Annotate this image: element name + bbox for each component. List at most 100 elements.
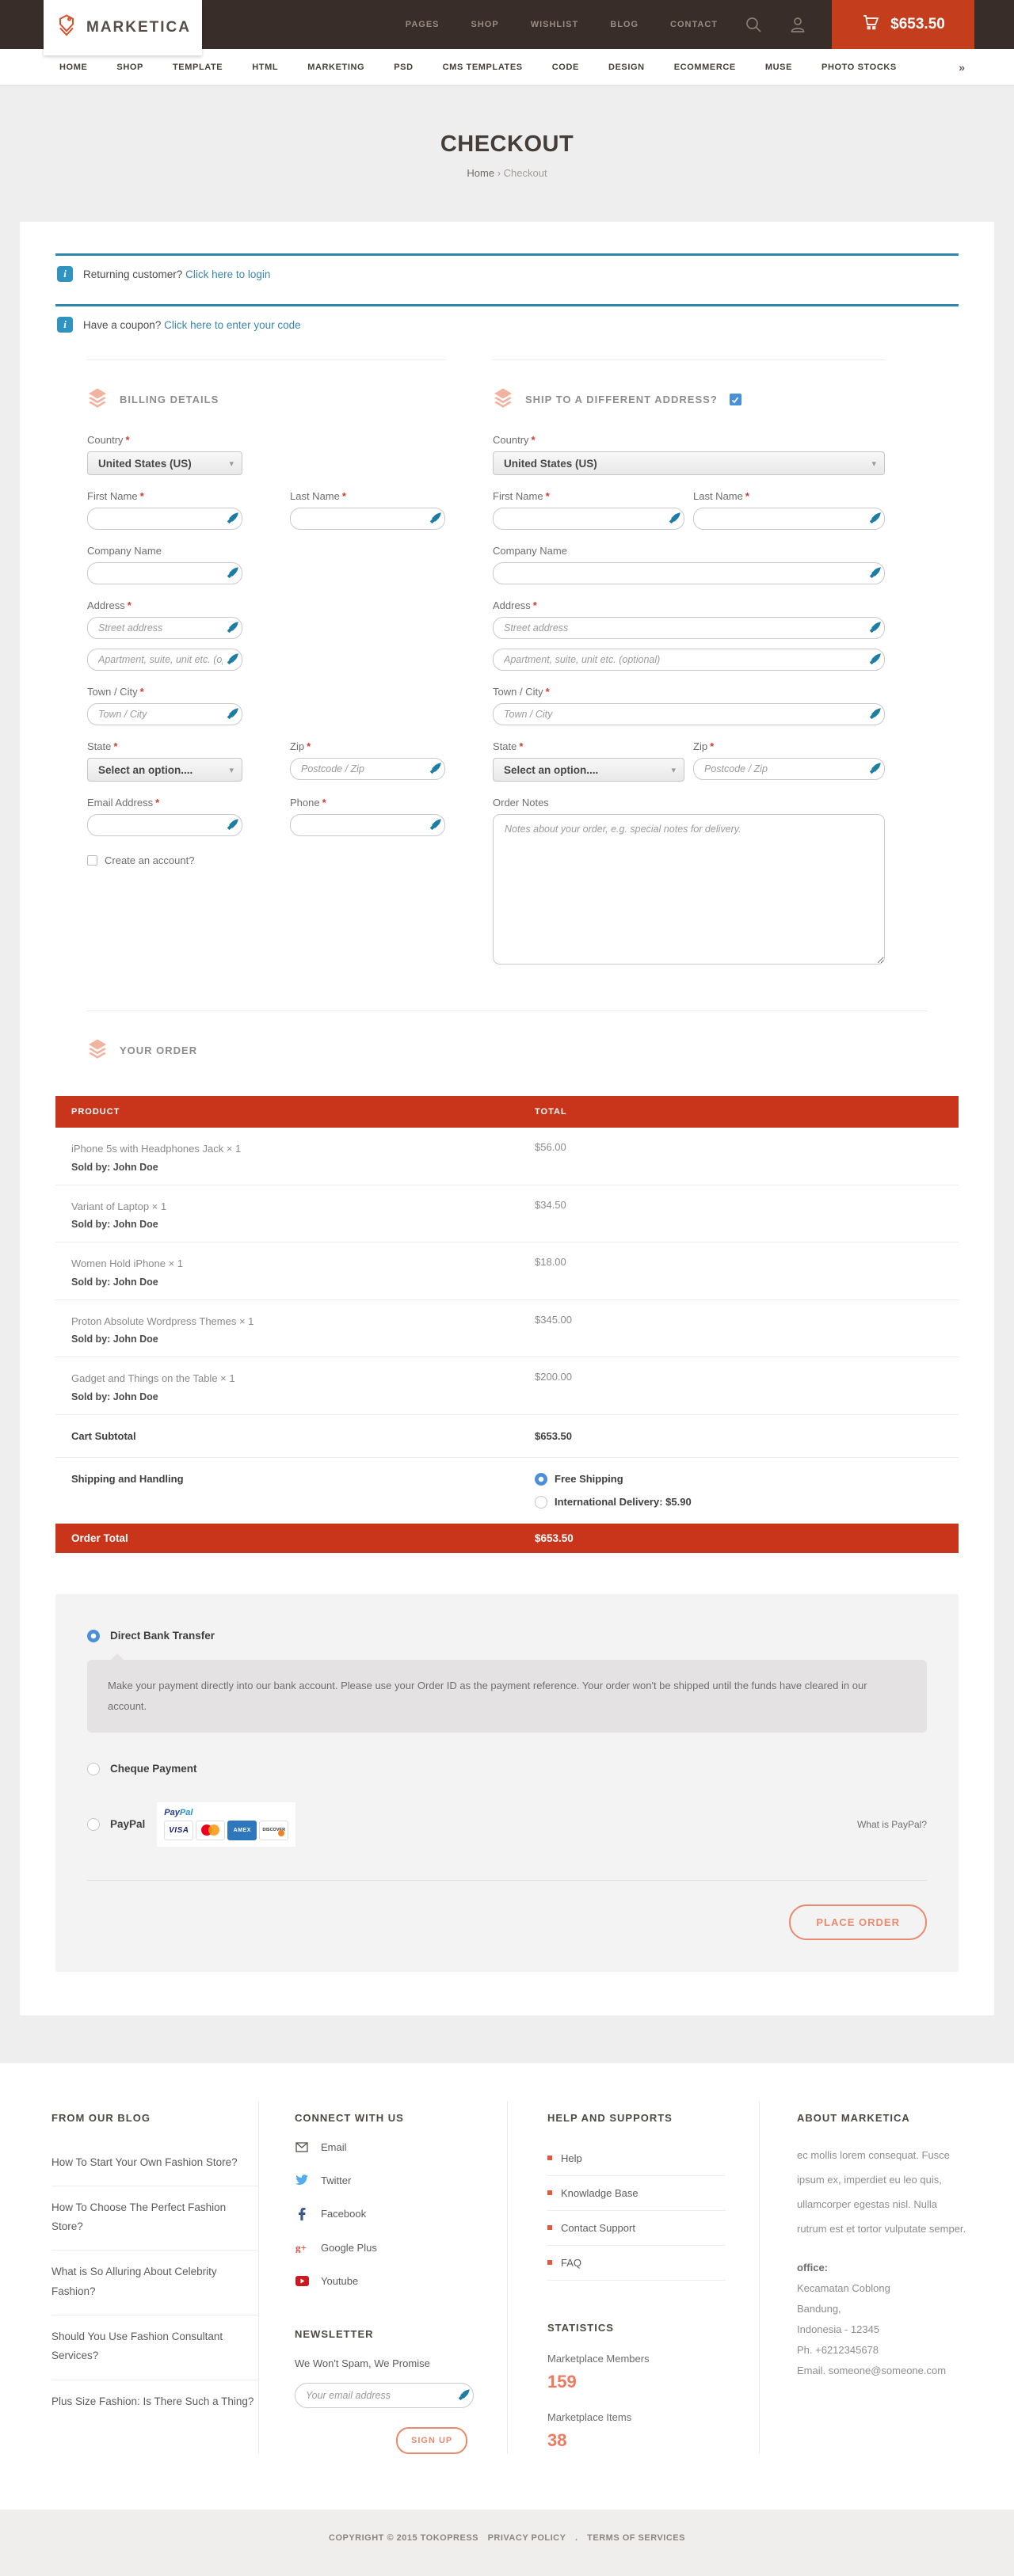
checkbox-unchecked-icon	[87, 855, 97, 866]
radio-selected-icon	[87, 1630, 100, 1642]
social-email-link[interactable]: Email	[295, 2141, 474, 2153]
cheque-payment-radio[interactable]: Cheque Payment	[87, 1763, 927, 1775]
menu-cms-templates[interactable]: CMS TEMPLATES	[443, 63, 523, 72]
product-total: $200.00	[535, 1371, 572, 1402]
footer-blog-link[interactable]: How To Start Your Own Fashion Store?	[51, 2141, 258, 2186]
shipping-zip-input[interactable]	[693, 758, 885, 780]
footer-blog-link[interactable]: Plus Size Fashion: Is There Such a Thing…	[51, 2380, 258, 2425]
billing-address1-input[interactable]	[87, 617, 242, 639]
top-nav: PAGES SHOP WISHLIST BLOG CONTACT	[406, 20, 718, 29]
brand-name: MARKETICA	[86, 19, 191, 36]
footer-blog-link[interactable]: What is So Alluring About Celebrity Fash…	[51, 2251, 258, 2315]
billing-last-name-input[interactable]	[290, 508, 445, 530]
info-icon: i	[57, 266, 73, 282]
menu-more-icon[interactable]: »	[959, 61, 965, 74]
billing-state-select[interactable]: Select an option.... ▾	[87, 758, 242, 782]
mastercard-icon	[196, 1821, 225, 1840]
newsletter-signup-button[interactable]: SIGN UP	[396, 2427, 467, 2454]
billing-country-select[interactable]: United States (US) ▾	[87, 451, 242, 475]
product-seller: Sold by: John Doe	[71, 1219, 535, 1230]
social-google-plus-link[interactable]: g+ Google Plus	[295, 2242, 474, 2254]
table-row: Variant of Laptop × 1 Sold by: John Doe …	[55, 1185, 959, 1243]
menu-code[interactable]: CODE	[552, 63, 579, 72]
menu-template[interactable]: TEMPLATE	[173, 63, 223, 72]
faq-link[interactable]: FAQ	[547, 2246, 726, 2281]
shipping-zip-field: Zip*	[693, 740, 885, 782]
billing-company-input[interactable]	[87, 562, 242, 584]
top-nav-shop[interactable]: SHOP	[471, 20, 499, 29]
returning-customer-text: Returning customer? Click here to login	[83, 268, 270, 280]
shipping-state-select[interactable]: Select an option.... ▾	[493, 758, 684, 782]
returning-customer-notice: i Returning customer? Click here to logi…	[55, 253, 959, 287]
social-twitter-link[interactable]: Twitter	[295, 2175, 474, 2186]
billing-address2-input[interactable]	[87, 649, 242, 671]
top-nav-pages[interactable]: PAGES	[406, 20, 440, 29]
contact-support-link[interactable]: Contact Support	[547, 2211, 726, 2246]
billing-first-name-input[interactable]	[87, 508, 242, 530]
column-product: PRODUCT	[71, 1107, 535, 1117]
paypal-radio[interactable]	[87, 1818, 100, 1831]
user-account-icon[interactable]	[789, 16, 806, 33]
ship-different-checkbox[interactable]	[730, 394, 741, 405]
bank-transfer-radio[interactable]: Direct Bank Transfer	[87, 1630, 927, 1642]
cart-button[interactable]: $653.50	[832, 0, 974, 49]
billing-zip-input[interactable]	[290, 758, 445, 780]
coupon-link[interactable]: Click here to enter your code	[164, 319, 301, 331]
billing-address-field: Address*	[87, 599, 242, 671]
search-icon[interactable]	[745, 16, 762, 33]
amex-card-icon: AMEX	[227, 1821, 257, 1840]
table-row: iPhone 5s with Headphones Jack × 1 Sold …	[55, 1128, 959, 1185]
table-row: Women Hold iPhone × 1 Sold by: John Doe …	[55, 1242, 959, 1300]
menu-shop[interactable]: SHOP	[116, 63, 143, 72]
billing-town-input[interactable]	[87, 703, 242, 725]
shipping-town-field: Town / City*	[493, 686, 885, 725]
create-account-checkbox[interactable]: Create an account?	[87, 854, 445, 866]
shipping-first-name-input[interactable]	[493, 508, 684, 530]
international-delivery-radio[interactable]: International Delivery: $5.90	[535, 1496, 692, 1509]
copyright-bar: COPYRIGHT © 2015 TOKOPRESS PRIVACY POLIC…	[0, 2509, 1014, 2576]
what-is-paypal-link[interactable]: What is PayPal?	[857, 1819, 927, 1830]
layers-icon	[87, 387, 108, 412]
shipping-address2-input[interactable]	[493, 649, 885, 671]
checkout-main: i Returning customer? Click here to logi…	[0, 222, 1014, 2015]
privacy-policy-link[interactable]: PRIVACY POLICY	[488, 2533, 566, 2543]
shipping-country-select[interactable]: United States (US) ▾	[493, 451, 885, 475]
shipping-address1-input[interactable]	[493, 617, 885, 639]
top-nav-blog[interactable]: BLOG	[610, 20, 639, 29]
menu-design[interactable]: DESIGN	[608, 63, 645, 72]
terms-of-services-link[interactable]: TERMS OF SERVICES	[587, 2533, 685, 2543]
order-notes-textarea[interactable]	[493, 814, 885, 965]
footer-blog-link[interactable]: How To Choose The Perfect Fashion Store?	[51, 2186, 258, 2251]
billing-email-input[interactable]	[87, 814, 242, 836]
social-facebook-link[interactable]: Facebook	[295, 2208, 474, 2220]
newsletter-email-input[interactable]	[295, 2383, 474, 2408]
social-youtube-link[interactable]: Youtube	[295, 2275, 474, 2287]
footer-help-heading: HELP AND SUPPORTS	[547, 2112, 726, 2124]
payment-methods-box: Direct Bank Transfer Make your payment d…	[55, 1594, 959, 1972]
billing-phone-input[interactable]	[290, 814, 445, 836]
accepted-cards-image: PayPal VISA AMEX DISCOVER	[157, 1802, 295, 1847]
cart-icon	[861, 13, 880, 36]
menu-html[interactable]: HTML	[252, 63, 278, 72]
place-order-button[interactable]: PLACE ORDER	[789, 1904, 927, 1940]
shipping-company-input[interactable]	[493, 562, 885, 584]
help-link[interactable]: Help	[547, 2141, 726, 2176]
menu-marketing[interactable]: MARKETING	[307, 63, 364, 72]
menu-ecommerce[interactable]: ECOMMERCE	[674, 63, 736, 72]
menu-psd[interactable]: PSD	[394, 63, 413, 72]
knowledge-base-link[interactable]: Knowladge Base	[547, 2176, 726, 2211]
chevron-down-icon: ▾	[229, 459, 234, 469]
breadcrumb-home[interactable]: Home	[467, 167, 494, 179]
menu-home[interactable]: HOME	[59, 63, 87, 72]
menu-muse[interactable]: MUSE	[765, 63, 792, 72]
logo[interactable]: MARKETICA	[44, 0, 202, 55]
login-link[interactable]: Click here to login	[185, 268, 270, 280]
free-shipping-radio[interactable]: Free Shipping	[535, 1473, 692, 1486]
shipping-last-name-input[interactable]	[693, 508, 885, 530]
menu-photo-stocks[interactable]: PHOTO STOCKS	[821, 63, 897, 72]
shipping-town-input[interactable]	[493, 703, 885, 725]
top-nav-contact[interactable]: CONTACT	[670, 20, 718, 29]
footer-blog-link[interactable]: Should You Use Fashion Consultant Servic…	[51, 2315, 258, 2380]
shipping-first-name-field: First Name*	[493, 490, 684, 530]
top-nav-wishlist[interactable]: WISHLIST	[531, 20, 579, 29]
